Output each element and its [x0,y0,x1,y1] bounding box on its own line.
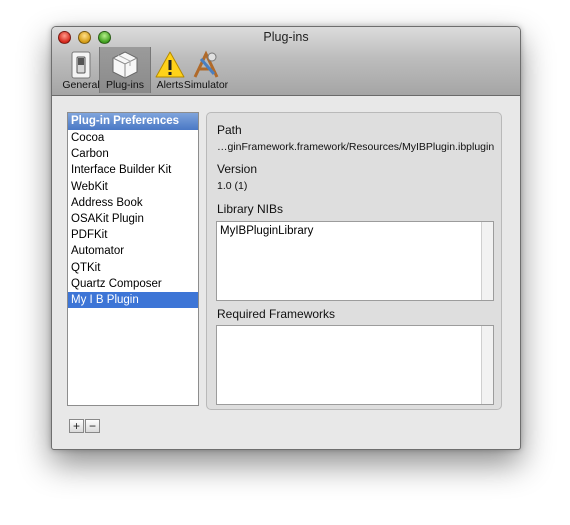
window-title: Plug-ins [263,30,309,44]
list-item-address-book[interactable]: Address Book [68,195,198,211]
list-item-quartz-composer[interactable]: Quartz Composer [68,276,198,292]
list-item-osakit-plugin[interactable]: OSAKit Plugin [68,211,198,227]
plugin-list[interactable]: Plug-in Preferences Cocoa Carbon Interfa… [67,112,199,406]
list-item-cocoa[interactable]: Cocoa [68,130,198,146]
library-nibs-list[interactable]: MyIBPluginLibrary [216,221,494,301]
list-item-automator[interactable]: Automator [68,243,198,259]
scrollbar[interactable] [481,222,493,300]
toolbar: Plug-ins General Plug-ins Alerts Simulat… [52,27,520,96]
scrollbar[interactable] [481,326,493,404]
light-switch-icon [71,51,91,79]
list-item-webkit[interactable]: WebKit [68,179,198,195]
list-item-my-ib-plugin[interactable]: My I B Plugin [68,291,198,309]
required-frameworks-list[interactable] [216,325,494,405]
toolbar-item-label: Plug-ins [106,79,144,91]
list-item-interface-builder-kit[interactable]: Interface Builder Kit [68,162,198,178]
simulator-icon [193,50,219,78]
plugin-details-panel: Path …ginFramework.framework/Resources/M… [206,112,502,410]
add-remove-controls: + − [69,419,100,433]
path-label: Path [217,123,242,137]
plugin-list-header: Plug-in Preferences [68,113,198,130]
plugin-cube-icon [112,51,138,79]
remove-plugin-button[interactable]: − [85,419,100,433]
list-item-pdfkit[interactable]: PDFKit [68,227,198,243]
required-frameworks-label: Required Frameworks [217,307,336,321]
library-nibs-label: Library NIBs [217,202,284,216]
version-value: 1.0 (1) [217,180,248,192]
list-item-carbon[interactable]: Carbon [68,146,198,162]
list-item[interactable]: MyIBPluginLibrary [220,225,313,237]
toolbar-item-label: Simulator [183,79,229,91]
add-plugin-button[interactable]: + [69,419,84,433]
preferences-window: Plug-ins General Plug-ins Alerts Simulat… [51,26,521,450]
path-value: …ginFramework.framework/Resources/MyIBPl… [217,141,495,153]
list-item-qtkit[interactable]: QTKit [68,260,198,276]
version-label: Version [217,162,258,176]
toolbar-item-simulator[interactable]: Simulator [180,47,232,93]
